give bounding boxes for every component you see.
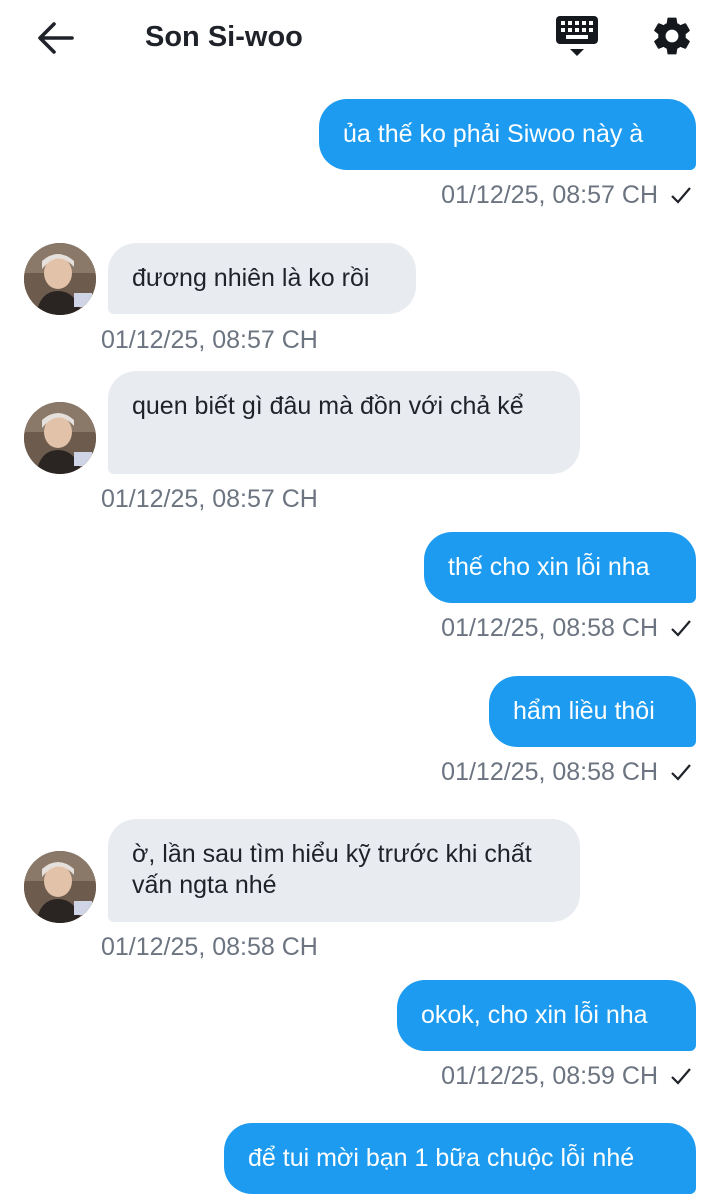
message-timestamp: 01/12/25, 08:58 CH [101, 933, 318, 961]
avatar-photo [24, 402, 96, 474]
page-title: Son Si-woo [145, 21, 303, 53]
check-icon [671, 187, 691, 204]
message-text: ờ, lần sau tìm hiểu kỹ trước khi chất vấ… [132, 840, 532, 899]
gear-icon [654, 17, 690, 55]
check-icon [671, 620, 691, 637]
check-icon [671, 1068, 691, 1085]
message-bubble-outgoing[interactable]: ủa thế ko phải Siwoo này à [319, 99, 696, 170]
message-text: để tui mời bạn 1 bữa chuộc lỗi nhé [248, 1144, 635, 1172]
message-text: thế cho xin lỗi nha [448, 553, 650, 581]
message-bubble-outgoing[interactable]: thế cho xin lỗi nha [424, 532, 696, 603]
settings-button[interactable] [650, 14, 694, 58]
message-text: hẩm liều thôi [513, 697, 655, 725]
avatar-photo [24, 851, 96, 923]
message-text: ủa thế ko phải Siwoo này à [343, 120, 644, 148]
message-bubble-incoming[interactable]: ờ, lần sau tìm hiểu kỹ trước khi chất vấ… [108, 819, 580, 922]
avatar-photo [24, 243, 96, 315]
message-text: okok, cho xin lỗi nha [421, 1001, 648, 1029]
message-bubble-outgoing[interactable]: để tui mời bạn 1 bữa chuộc lỗi nhé [224, 1123, 696, 1194]
message-bubble-outgoing[interactable]: hẩm liều thôi [489, 676, 696, 747]
avatar[interactable] [24, 851, 96, 923]
chat-header: Son Si-woo [0, 0, 720, 76]
avatar[interactable] [24, 243, 96, 315]
message-text: quen biết gì đâu mà đồn với chả kể [132, 392, 524, 420]
message-bubble-incoming[interactable]: quen biết gì đâu mà đồn với chả kể [108, 371, 580, 474]
message-timestamp: 01/12/25, 08:57 CH [101, 485, 318, 513]
keyboard-icon [556, 16, 598, 56]
message-timestamp: 01/12/25, 08:57 CH [101, 326, 318, 354]
keyboard-button[interactable] [554, 14, 600, 60]
message-timestamp: 01/12/25, 08:57 CH [441, 181, 658, 209]
message-timestamp: 01/12/25, 08:59 CH [441, 1062, 658, 1090]
message-timestamp: 01/12/25, 08:58 CH [441, 758, 658, 786]
avatar[interactable] [24, 402, 96, 474]
check-icon [671, 764, 691, 781]
arrow-left-icon [38, 22, 74, 54]
back-button[interactable] [34, 18, 78, 58]
message-bubble-incoming[interactable]: đương nhiên là ko rồi [108, 243, 416, 314]
message-timestamp: 01/12/25, 08:58 CH [441, 614, 658, 642]
message-text: đương nhiên là ko rồi [132, 264, 370, 292]
message-bubble-outgoing[interactable]: okok, cho xin lỗi nha [397, 980, 696, 1051]
